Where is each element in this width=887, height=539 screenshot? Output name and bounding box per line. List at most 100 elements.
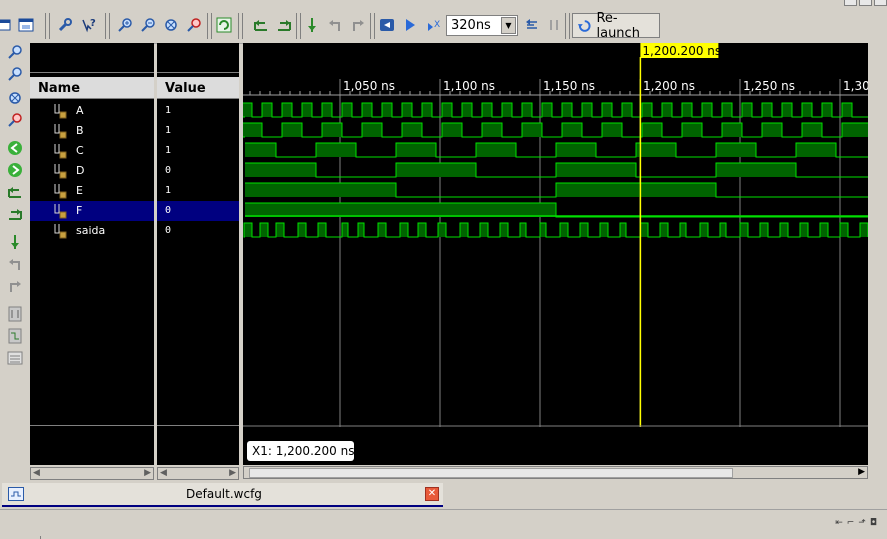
signal-name: C	[76, 144, 84, 157]
wave-c-high-fill	[556, 143, 596, 157]
wave-b-high-fill	[802, 123, 822, 137]
signal-value: 0	[165, 225, 172, 236]
editor-tab-strip: Default.wcfg ✕	[0, 483, 887, 509]
relaunch-button[interactable]: Re-launch	[572, 11, 660, 41]
signal-row[interactable]: D	[30, 161, 154, 181]
waveform-file-icon	[8, 487, 24, 501]
wave-a-high-fill	[362, 103, 372, 117]
swap-cursors-icon[interactable]	[5, 182, 25, 202]
wave-a-high-fill	[262, 103, 272, 117]
signal-row[interactable]: C	[30, 141, 154, 161]
wave-b-high-fill	[242, 123, 262, 137]
minimize-button[interactable]	[844, 0, 857, 6]
wave-a-high-fill	[622, 103, 632, 117]
restart-icon[interactable]	[377, 15, 397, 35]
wave-c-high-fill	[716, 143, 756, 157]
status-bar: ⇤⌐⬏◘	[0, 509, 887, 539]
wave-saida-high-fill	[480, 223, 488, 237]
tick-label: 1,100 ns	[443, 79, 495, 93]
cursor-time-label: 1,200.200 ns	[642, 44, 721, 58]
signal-row[interactable]: A	[30, 101, 154, 121]
previous-transition-icon[interactable]	[325, 15, 345, 35]
waveform-vertical-scrollbar[interactable]	[868, 43, 887, 465]
waveform-scroll-thumb[interactable]	[249, 468, 733, 478]
wave-saida-high-fill	[580, 223, 588, 237]
name-search-area[interactable]	[30, 43, 154, 73]
wave-saida-high-fill	[680, 223, 686, 237]
name-pane: Name A B C D E Fsaida	[30, 43, 154, 465]
wave-saida-high-fill	[660, 223, 668, 237]
wave-a-high-fill	[582, 103, 592, 117]
waveform-scrollbar[interactable]: ▶	[243, 466, 868, 479]
tick-label: 1,250 ns	[743, 79, 795, 93]
previous-marker-icon[interactable]	[5, 254, 25, 274]
wave-saida-high-fill	[318, 223, 326, 237]
toolbar-separator	[207, 13, 212, 39]
zoom-fit-icon[interactable]	[161, 15, 181, 35]
wave-f-high-fill	[245, 203, 556, 217]
go-to-last-time-icon[interactable]	[5, 160, 25, 180]
help-icon[interactable]: ?	[79, 15, 99, 35]
signal-row[interactable]: E	[30, 181, 154, 201]
wave-a-high-fill	[542, 103, 552, 117]
close-tab-icon[interactable]: ✕	[425, 487, 439, 501]
chevron-down-icon[interactable]: ▼	[501, 17, 516, 34]
tab-default-wcfg[interactable]: Default.wcfg ✕	[2, 483, 443, 507]
swap-columns-icon[interactable]	[5, 304, 25, 324]
panel-controls[interactable]: ⇤⌐⬏◘	[835, 518, 881, 528]
name-column-header[interactable]: Name	[30, 77, 154, 99]
run-time-input[interactable]	[447, 16, 503, 35]
wave-b-high-fill	[762, 123, 782, 137]
go-to-time-zero-icon[interactable]	[5, 138, 25, 158]
waveform-canvas[interactable]: 1,050 ns 1,100 ns 1,150 ns 1,200 ns 1,250 ns…	[241, 43, 877, 465]
signal-row[interactable]: B	[30, 121, 154, 141]
zoom-in-icon[interactable]	[115, 15, 135, 35]
snap-cursor-icon[interactable]	[5, 204, 25, 224]
waveform-settings-icon[interactable]	[5, 348, 25, 368]
signal-value: 0	[165, 165, 172, 176]
close-button[interactable]	[874, 0, 887, 6]
value-pane-scrollbar[interactable]: ◀ ▶	[157, 467, 239, 480]
next-marker-icon[interactable]	[5, 276, 25, 296]
signal-name: A	[76, 104, 84, 117]
maximize-button[interactable]	[859, 0, 872, 6]
zoom-in-icon[interactable]	[5, 42, 25, 62]
add-marker-icon[interactable]	[5, 232, 25, 252]
zoom-to-cursor-icon[interactable]	[184, 15, 204, 35]
window-top-strip	[0, 0, 887, 8]
maximize-view-icon[interactable]	[16, 15, 36, 35]
add-marker-icon[interactable]	[302, 15, 322, 35]
wrench-icon[interactable]	[55, 15, 75, 35]
wave-b-high-fill	[682, 123, 702, 137]
wave-d-high-fill	[716, 163, 796, 177]
signal-row[interactable]: saida	[30, 221, 154, 241]
wave-a-high-fill	[482, 103, 492, 117]
svg-text:?: ?	[90, 18, 96, 29]
show-full-path-icon[interactable]	[5, 326, 25, 346]
refresh-icon[interactable]	[214, 15, 234, 35]
name-pane-scrollbar[interactable]: ◀ ▶	[30, 467, 154, 480]
next-transition-icon[interactable]	[348, 15, 368, 35]
wave-saida-high-fill	[780, 223, 788, 237]
zoom-out-icon[interactable]	[5, 64, 25, 84]
run-for-icon[interactable]: X	[424, 15, 444, 35]
zoom-to-cursor-icon[interactable]	[5, 110, 25, 130]
go-to-start-icon[interactable]	[251, 15, 271, 35]
float-icon[interactable]	[0, 15, 14, 35]
signal-name-list: A B C D E Fsaida	[30, 101, 154, 241]
waveform-area[interactable]: 1,050 ns 1,100 ns 1,150 ns 1,200 ns 1,250 ns…	[241, 43, 877, 465]
zoom-out-icon[interactable]	[138, 15, 158, 35]
wave-b-high-fill	[842, 123, 868, 137]
step-icon[interactable]	[522, 15, 542, 35]
pause-icon[interactable]	[544, 15, 564, 35]
go-to-end-icon[interactable]	[274, 15, 294, 35]
run-time-field[interactable]: ▼	[446, 15, 518, 36]
wave-b-high-fill	[722, 123, 742, 137]
wave-a-high-fill	[602, 103, 612, 117]
signal-row[interactable]: F	[30, 201, 154, 221]
signal-value-list: 1 1 1 0 1 0 0	[157, 101, 239, 241]
run-icon[interactable]	[400, 15, 420, 35]
input-signal-icon	[54, 104, 67, 119]
value-column-header[interactable]: Value	[157, 77, 239, 99]
zoom-fit-icon[interactable]	[5, 88, 25, 108]
